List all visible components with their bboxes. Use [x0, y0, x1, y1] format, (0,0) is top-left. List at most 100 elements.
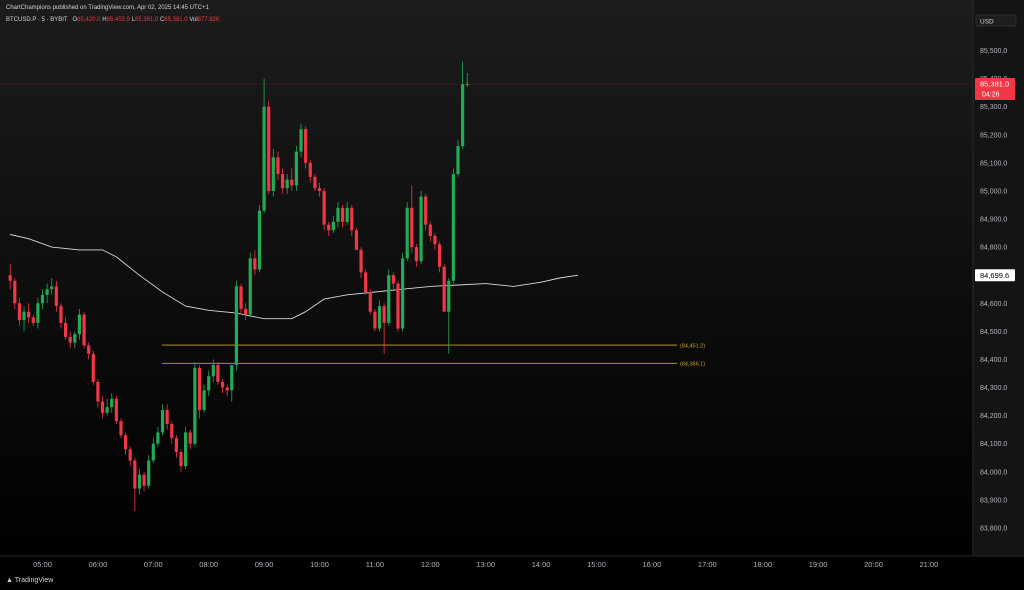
candle-body — [193, 367, 197, 444]
candle-up[interactable] — [419, 190, 423, 264]
candle-down[interactable] — [82, 311, 86, 349]
currency-label-box[interactable]: USD — [975, 14, 1017, 27]
candle-body — [456, 146, 460, 175]
candle-body — [244, 308, 248, 315]
candle-body — [350, 207, 354, 231]
candle-body — [170, 424, 174, 439]
candle-body — [410, 207, 414, 248]
price-tick-label: 83,800.0 — [980, 525, 1007, 532]
candle-body — [147, 460, 151, 486]
time-tick-label: 20:00 — [864, 560, 883, 569]
time-tick-label: 21:00 — [920, 560, 939, 569]
candle-body — [308, 162, 312, 177]
candle-body — [239, 286, 243, 309]
time-axis-labels[interactable]: 05:00 06:00 07:00 08:00 09:00 10:00 11:00 12:00… — [33, 560, 938, 569]
candle-body — [110, 398, 114, 408]
candle-body — [257, 210, 262, 270]
price-tick-label: 85,200.0 — [980, 132, 1007, 139]
candle-body — [442, 266, 446, 312]
candle-down[interactable] — [442, 263, 446, 312]
candle-body — [290, 179, 294, 186]
candle-body — [27, 311, 31, 318]
candle-body — [207, 376, 211, 391]
price-tick-label: 84,500.0 — [980, 329, 1007, 336]
vwap-price-value: 84,699.6 — [980, 271, 1009, 280]
candle-body — [174, 438, 178, 453]
time-tick-label: 18:00 — [753, 560, 772, 569]
candle-body — [184, 432, 188, 467]
candle-body — [73, 334, 77, 343]
candle-down[interactable] — [216, 362, 220, 385]
tradingview-brand: TradingView — [14, 577, 54, 584]
candle-body — [45, 289, 49, 295]
close-value: 85,381.0 — [164, 17, 188, 23]
candle-body — [91, 353, 95, 382]
candle-down[interactable] — [304, 126, 308, 169]
candle-body — [137, 474, 142, 489]
candle-body — [105, 407, 109, 413]
candle-up[interactable] — [234, 280, 238, 371]
level-label: (84,386.1) — [680, 362, 705, 368]
candle-body — [197, 367, 202, 410]
candle-down[interactable] — [267, 101, 271, 194]
candle-body — [368, 292, 372, 312]
candle-body — [336, 207, 340, 222]
candle-down[interactable] — [119, 418, 123, 439]
candle-down[interactable] — [396, 280, 400, 332]
candle-body — [401, 258, 405, 329]
candle-body — [160, 409, 165, 433]
candle-down[interactable] — [91, 351, 95, 385]
candle-body — [114, 398, 118, 422]
candle-body — [128, 449, 132, 461]
candle-down[interactable] — [354, 227, 359, 250]
price-tick-label: 84,100.0 — [980, 441, 1007, 448]
time-tick-label: 08:00 — [199, 560, 218, 569]
candle-up[interactable] — [405, 202, 409, 262]
candle-body — [451, 174, 455, 281]
candle-up[interactable] — [184, 426, 188, 469]
low-value: 85,381.0 — [134, 17, 159, 23]
candle-up[interactable] — [257, 204, 262, 273]
candle-up[interactable] — [294, 146, 299, 191]
candle-body — [373, 311, 377, 329]
price-tick-label: 84,000.0 — [980, 469, 1007, 476]
candle-down[interactable] — [364, 269, 368, 295]
candle-up[interactable] — [387, 269, 391, 326]
candle-body — [31, 317, 35, 323]
candle-down[interactable] — [322, 188, 326, 231]
symbol-label[interactable]: BTCUSD.P · 5 · BYBIT — [6, 17, 67, 23]
candle-countdown: 04:26 — [982, 91, 1000, 98]
candle-body — [387, 275, 391, 323]
open-value: 85,420.0 — [77, 17, 101, 23]
candle-up[interactable] — [451, 168, 455, 284]
candle-body — [419, 196, 423, 262]
candle-body — [156, 432, 160, 444]
candle-down[interactable] — [114, 395, 118, 425]
candle-body — [331, 221, 335, 231]
candle-body — [220, 381, 225, 388]
tradingview-logo-icon: ▲ — [6, 577, 13, 584]
candle-body — [405, 207, 409, 259]
candle-body — [396, 283, 400, 329]
candle-body — [340, 207, 345, 222]
candle-body — [294, 151, 299, 186]
time-tick-label: 11:00 — [366, 560, 384, 569]
time-tick-label: 05:00 — [33, 560, 52, 569]
candle-down[interactable] — [368, 289, 372, 315]
candle-body — [40, 294, 45, 304]
price-tick-label: 83,900.0 — [980, 497, 1007, 504]
candle-body — [262, 106, 266, 211]
candle-body — [234, 286, 238, 366]
candle-body — [414, 247, 419, 262]
candle-body — [211, 365, 215, 377]
candle-up[interactable] — [401, 252, 405, 332]
price-chart[interactable]: (84,451.2)(84,386.1) 85,600.085,500.085,… — [0, 0, 1024, 590]
candle-body — [142, 474, 146, 486]
candle-up[interactable] — [193, 362, 197, 447]
time-tick-label: 13:00 — [476, 560, 495, 569]
price-tick-label: 84,800.0 — [980, 245, 1007, 252]
time-tick-label: 17:00 — [698, 560, 717, 569]
candle-up[interactable] — [248, 252, 252, 318]
candle-down[interactable] — [373, 308, 377, 332]
tradingview-logo[interactable]: ▲ TradingView — [6, 577, 53, 584]
